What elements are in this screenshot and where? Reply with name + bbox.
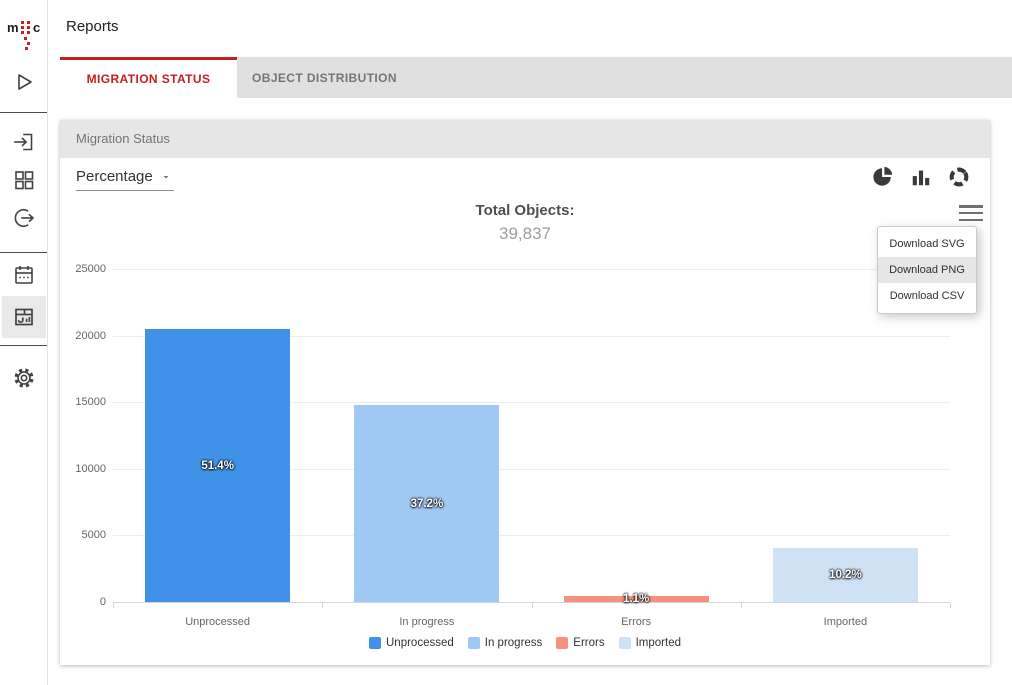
y-axis-label: 15000	[60, 396, 106, 408]
pie-chart-icon[interactable]	[872, 166, 894, 188]
legend-label: In progress	[485, 637, 543, 649]
tab-label: OBJECT DISTRIBUTION	[252, 71, 397, 85]
view-select[interactable]: Percentage	[76, 166, 174, 191]
tab-migration-status[interactable]: MIGRATION STATUS	[60, 57, 237, 98]
logo-letter-c: c	[33, 20, 40, 35]
logo-letter-m: m	[7, 20, 19, 35]
donut-chart-icon[interactable]	[948, 166, 970, 188]
y-axis-label: 5000	[60, 529, 106, 541]
bar-label-unprocessed: 51.4%	[201, 460, 234, 472]
view-select-value: Percentage	[76, 168, 153, 185]
menu-item-download-svg[interactable]: Download SVG	[878, 231, 976, 257]
chevron-down-icon	[160, 171, 172, 183]
y-axis-label: 20000	[60, 330, 106, 342]
legend-swatch	[556, 637, 568, 649]
tab-bar: MIGRATION STATUS OBJECT DISTRIBUTION	[60, 57, 1012, 98]
top-header: Reports	[48, 0, 1012, 57]
chart: Total Objects: 39,837 Download SVGDownlo…	[60, 200, 990, 665]
legend-label: Errors	[573, 637, 604, 649]
tab-object-distribution[interactable]: OBJECT DISTRIBUTION	[237, 57, 412, 98]
x-axis-label-unprocessed: Unprocessed	[133, 616, 303, 628]
sidebar-divider	[0, 252, 47, 253]
migration-status-card: Migration Status Percentage Total Object…	[60, 120, 990, 665]
x-axis-tick	[532, 603, 533, 608]
page-title: Reports	[66, 18, 119, 35]
y-axis-label: 10000	[60, 463, 106, 475]
legend-item-in-progress[interactable]: In progress	[468, 637, 543, 649]
column-chart-icon[interactable]	[910, 166, 932, 188]
menu-item-download-png[interactable]: Download PNG	[878, 257, 976, 283]
x-axis-tick	[950, 603, 951, 608]
legend-swatch	[369, 637, 381, 649]
y-axis-label: 25000	[60, 263, 106, 275]
legend-label: Unprocessed	[386, 637, 454, 649]
context-menu-icon[interactable]	[958, 203, 984, 223]
screen: m c	[0, 0, 1012, 685]
import-icon[interactable]	[12, 130, 36, 154]
menu-item-download-csv[interactable]: Download CSV	[878, 283, 976, 309]
legend-item-unprocessed[interactable]: Unprocessed	[369, 637, 454, 649]
x-axis-label-imported: Imported	[760, 616, 930, 628]
legend-label: Imported	[636, 637, 681, 649]
card-title: Migration Status	[60, 120, 990, 158]
legend-item-imported[interactable]: Imported	[619, 637, 681, 649]
bar-label-errors: 1.1%	[623, 593, 649, 605]
app-logo: m c	[0, 0, 48, 56]
sidebar: m c	[0, 0, 48, 685]
grid-icon[interactable]	[12, 168, 36, 192]
sidebar-divider	[0, 345, 47, 346]
calendar-icon[interactable]	[12, 263, 36, 287]
x-axis-tick	[322, 603, 323, 608]
legend-swatch	[619, 637, 631, 649]
x-axis-label-in-progress: In progress	[342, 616, 512, 628]
tab-label: MIGRATION STATUS	[87, 72, 211, 86]
bar-label-in-progress: 37.2%	[411, 498, 444, 510]
reports-icon[interactable]	[12, 305, 36, 329]
card-toolbar: Percentage	[60, 158, 990, 200]
y-axis-label: 0	[60, 596, 106, 608]
export-menu: Download SVGDownload PNGDownload CSV	[877, 226, 977, 314]
gridline	[113, 269, 950, 270]
legend-item-errors[interactable]: Errors	[556, 637, 604, 649]
play-icon[interactable]	[12, 70, 36, 94]
x-axis-tick	[741, 603, 742, 608]
bar-label-imported: 10.2%	[829, 569, 862, 581]
sidebar-divider	[0, 112, 47, 113]
chart-legend: Unprocessed In progress Errors Imported	[60, 637, 990, 649]
gear-icon[interactable]	[12, 366, 36, 390]
x-axis-tick	[113, 603, 114, 608]
legend-swatch	[468, 637, 480, 649]
export-icon[interactable]	[12, 206, 36, 230]
chart-title: Total Objects:	[60, 202, 990, 219]
chart-subtitle: 39,837	[60, 224, 990, 244]
x-axis-label-errors: Errors	[551, 616, 721, 628]
